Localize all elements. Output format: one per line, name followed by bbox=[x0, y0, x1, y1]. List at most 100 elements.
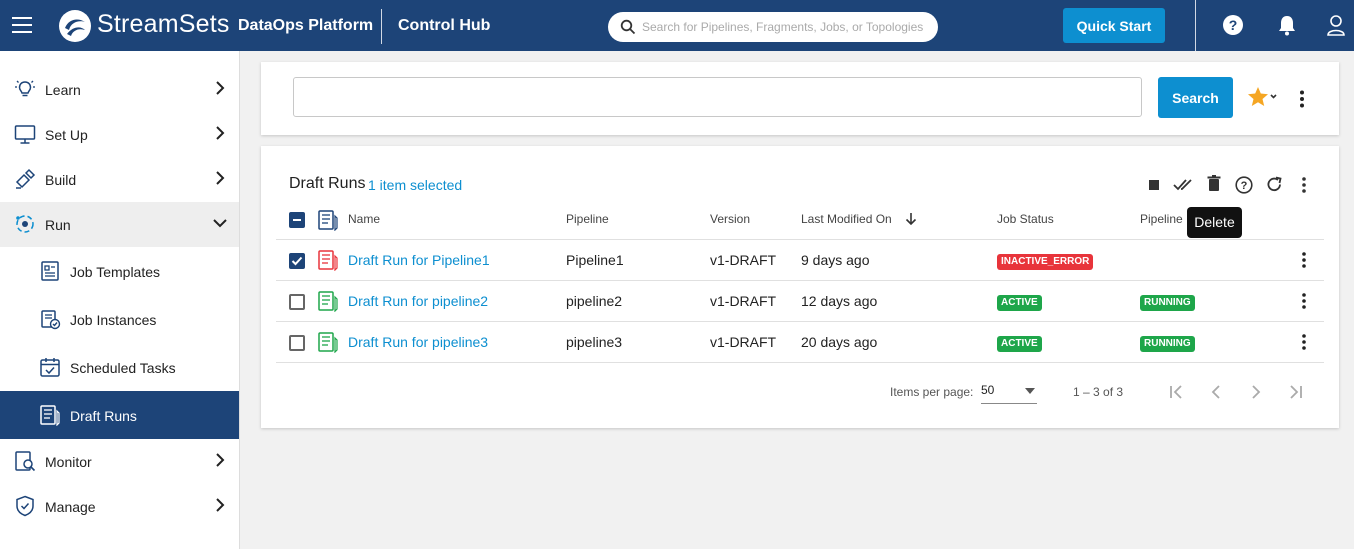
row-name-link[interactable]: Draft Run for pipeline3 bbox=[348, 334, 488, 350]
arrow-down-icon[interactable] bbox=[904, 212, 918, 226]
column-header-version[interactable]: Version bbox=[710, 212, 750, 226]
column-header-pipeline-status[interactable]: Pipeline bbox=[1140, 212, 1183, 226]
sidebar-item-draft-runs[interactable]: Draft Runs bbox=[0, 391, 239, 439]
filter-input[interactable] bbox=[293, 77, 1142, 117]
sidebar-item-label: Scheduled Tasks bbox=[70, 360, 176, 376]
previous-page-icon[interactable] bbox=[1209, 384, 1223, 400]
row-pipeline: Pipeline1 bbox=[566, 252, 624, 268]
draft-runs-icon bbox=[40, 405, 60, 426]
items-per-page-select[interactable]: 50 bbox=[981, 380, 1037, 404]
first-page-icon[interactable] bbox=[1169, 384, 1185, 400]
row-version: v1-DRAFT bbox=[710, 293, 777, 309]
sidebar-item-label: Set Up bbox=[45, 127, 88, 143]
menu-icon[interactable] bbox=[12, 17, 32, 33]
row-more-options-icon[interactable] bbox=[1301, 252, 1307, 268]
row-checkbox[interactable] bbox=[289, 294, 305, 310]
sidebar-item-scheduled-tasks[interactable]: Scheduled Tasks bbox=[0, 343, 239, 391]
job-status-badge: INACTIVE_ERROR bbox=[997, 254, 1094, 270]
divider bbox=[276, 362, 1324, 363]
select-all-checkbox[interactable] bbox=[289, 212, 305, 228]
brand-name: StreamSets bbox=[97, 10, 230, 38]
acknowledge-icon[interactable] bbox=[1173, 178, 1195, 192]
delete-tooltip: Delete bbox=[1187, 207, 1242, 238]
monitor-search-icon bbox=[15, 451, 36, 472]
row-version: v1-DRAFT bbox=[710, 252, 777, 268]
chevron-down-icon bbox=[213, 219, 227, 228]
divider bbox=[381, 9, 382, 44]
chevron-right-icon bbox=[216, 171, 225, 185]
draft-run-active-icon bbox=[318, 332, 338, 353]
svg-text:?: ? bbox=[1241, 180, 1248, 192]
table-row[interactable]: Draft Run for Pipeline1 Pipeline1 v1-DRA… bbox=[276, 240, 1324, 280]
more-options-icon[interactable] bbox=[1301, 177, 1307, 193]
job-status-badge: ACTIVE bbox=[997, 336, 1042, 352]
refresh-icon[interactable] bbox=[1266, 176, 1283, 193]
items-per-page-label: Items per page: bbox=[890, 385, 974, 399]
pipeline-status-badge: RUNNING bbox=[1140, 295, 1195, 311]
sidebar-item-build[interactable]: Build bbox=[0, 157, 239, 202]
sidebar-item-job-instances[interactable]: Job Instances bbox=[0, 295, 239, 343]
more-options-icon[interactable] bbox=[1299, 90, 1305, 108]
sidebar-item-learn[interactable]: Learn bbox=[0, 67, 239, 112]
sidebar-item-label: Run bbox=[45, 217, 71, 233]
help-icon[interactable]: ? bbox=[1222, 14, 1244, 36]
sidebar-item-set-up[interactable]: Set Up bbox=[0, 112, 239, 157]
sidebar-item-job-templates[interactable]: Job Templates bbox=[0, 247, 239, 295]
table-row[interactable]: Draft Run for pipeline3 pipeline3 v1-DRA… bbox=[276, 322, 1324, 362]
row-more-options-icon[interactable] bbox=[1301, 293, 1307, 309]
job-template-icon bbox=[41, 261, 59, 281]
sidebar-item-label: Job Instances bbox=[70, 312, 157, 328]
column-header-name[interactable]: Name bbox=[348, 212, 380, 226]
row-name-link[interactable]: Draft Run for Pipeline1 bbox=[348, 252, 490, 268]
table-row[interactable]: Draft Run for pipeline2 pipeline2 v1-DRA… bbox=[276, 281, 1324, 321]
column-header-last-modified[interactable]: Last Modified On bbox=[801, 212, 892, 226]
row-name-link[interactable]: Draft Run for pipeline2 bbox=[348, 293, 488, 309]
sidebar-item-label: Monitor bbox=[45, 454, 92, 470]
chevron-right-icon bbox=[216, 498, 225, 512]
sidebar-item-monitor[interactable]: Monitor bbox=[0, 439, 239, 484]
row-checkbox[interactable] bbox=[289, 253, 305, 269]
filter-card: Search bbox=[261, 62, 1339, 135]
row-checkbox[interactable] bbox=[289, 335, 305, 351]
draft-run-error-icon bbox=[318, 250, 338, 271]
platform-name: DataOps Platform bbox=[238, 17, 374, 34]
search-icon bbox=[620, 19, 636, 35]
global-search-input[interactable] bbox=[642, 17, 932, 37]
user-icon[interactable] bbox=[1326, 14, 1346, 36]
global-search[interactable] bbox=[608, 12, 938, 42]
shield-icon bbox=[16, 495, 34, 517]
row-pipeline: pipeline2 bbox=[566, 293, 623, 309]
calendar-icon bbox=[40, 358, 60, 377]
build-icon bbox=[15, 168, 36, 189]
help-circle-icon[interactable]: ? bbox=[1235, 176, 1253, 194]
quick-start-button[interactable]: Quick Start bbox=[1063, 8, 1165, 43]
streamsets-logo-icon bbox=[59, 10, 91, 42]
job-status-badge: ACTIVE bbox=[997, 295, 1042, 311]
lightbulb-icon bbox=[15, 80, 35, 97]
column-header-pipeline[interactable]: Pipeline bbox=[566, 212, 609, 226]
sidebar-item-label: Draft Runs bbox=[70, 408, 137, 424]
chevron-right-icon bbox=[216, 453, 225, 467]
hub-name: Control Hub bbox=[398, 17, 491, 34]
row-modified: 12 days ago bbox=[801, 293, 878, 309]
check-icon bbox=[291, 256, 303, 266]
items-per-page-value: 50 bbox=[981, 383, 995, 397]
top-bar: StreamSets DataOps Platform Control Hub … bbox=[0, 0, 1354, 51]
row-more-options-icon[interactable] bbox=[1301, 334, 1307, 350]
last-page-icon[interactable] bbox=[1287, 384, 1303, 400]
svg-text:?: ? bbox=[1229, 17, 1238, 33]
column-header-job-status[interactable]: Job Status bbox=[997, 212, 1054, 226]
draft-run-icon bbox=[318, 210, 338, 231]
star-favorites-icon[interactable] bbox=[1247, 86, 1279, 108]
sidebar-item-label: Manage bbox=[45, 499, 96, 515]
delete-icon[interactable] bbox=[1207, 175, 1221, 192]
next-page-icon[interactable] bbox=[1249, 384, 1263, 400]
row-modified: 20 days ago bbox=[801, 334, 878, 350]
sidebar-item-manage[interactable]: Manage bbox=[0, 484, 239, 529]
bell-icon[interactable] bbox=[1277, 14, 1297, 36]
stop-icon[interactable] bbox=[1148, 179, 1160, 191]
row-pipeline: pipeline3 bbox=[566, 334, 623, 350]
divider bbox=[1195, 0, 1196, 51]
sidebar-item-run[interactable]: Run bbox=[0, 202, 239, 247]
search-button[interactable]: Search bbox=[1158, 77, 1233, 118]
